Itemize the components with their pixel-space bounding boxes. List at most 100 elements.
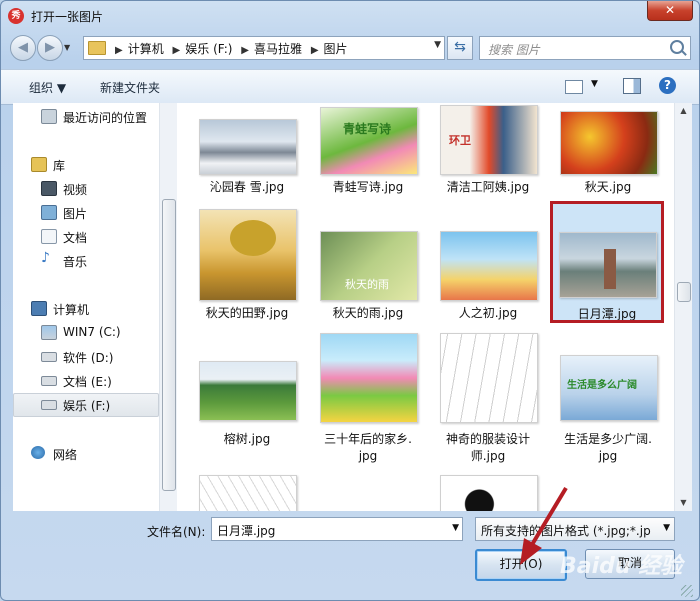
sidebar-item-label: 文档 xyxy=(63,231,88,245)
file-name: 清洁工阿姨.jpg xyxy=(446,180,530,194)
video-icon xyxy=(41,181,57,196)
file-tile[interactable]: 榕树.jpg xyxy=(192,329,302,473)
file-tile[interactable]: 环卫 清洁工阿姨.jpg xyxy=(433,103,543,201)
network-icon xyxy=(31,446,45,459)
file-tile[interactable]: 三十年后的家乡. jpg xyxy=(313,329,423,473)
file-list-scroll-thumb[interactable] xyxy=(677,282,691,302)
drive-icon xyxy=(41,352,57,362)
scroll-down-icon[interactable]: ▼ xyxy=(675,495,692,511)
sidebar-item-drive-f[interactable]: 娱乐 (F:) xyxy=(13,393,159,417)
close-button[interactable]: ✕ xyxy=(647,1,693,21)
sidebar-item-documents[interactable]: 文档 xyxy=(13,225,157,247)
sidebar-scrollbar[interactable] xyxy=(159,103,177,511)
drive-icon xyxy=(41,376,57,386)
breadcrumb-separator: ▶ xyxy=(310,45,319,56)
documents-icon xyxy=(41,229,57,244)
sidebar-item-video[interactable]: 视频 xyxy=(13,177,157,199)
file-list-scrollbar[interactable]: ▲ ▼ xyxy=(674,103,692,511)
sidebar-item-label: WIN7 (C:) xyxy=(63,325,121,339)
file-tile[interactable]: 秋天的田野.jpg xyxy=(192,203,302,327)
sidebar-item-drive-e[interactable]: 文档 (E:) xyxy=(13,369,157,391)
sidebar-item-label: 计算机 xyxy=(53,303,90,317)
file-tile[interactable]: 秋天的雨 秋天的雨.jpg xyxy=(313,203,423,327)
chevron-down-icon[interactable]: ▼ xyxy=(663,523,670,533)
open-file-dialog: 秀 打开一张图片 ✕ ◀ ▶ ▼ ▶ 计算机 ▶ 娱乐 (F:) ▶ 喜马拉雅 ▶ 图片… xyxy=(0,0,700,601)
file-tile[interactable]: 生活是多么广阔 生活是多少广阔. jpg xyxy=(553,329,663,473)
sidebar-item-computer[interactable]: 计算机 xyxy=(13,297,157,319)
search-input[interactable]: 搜索 图片 xyxy=(488,41,540,58)
search-icon xyxy=(670,40,684,54)
breadcrumb-drive-f[interactable]: 娱乐 (F:) xyxy=(185,42,232,56)
forward-button[interactable]: ▶ xyxy=(37,35,63,61)
app-icon: 秀 xyxy=(8,8,24,24)
search-box[interactable]: 搜索 图片 xyxy=(479,36,691,60)
file-thumbnail xyxy=(560,111,658,175)
file-name: 榕树.jpg xyxy=(223,432,271,446)
resize-grip-icon[interactable] xyxy=(681,585,693,597)
file-thumbnail xyxy=(320,333,418,423)
file-thumbnail xyxy=(440,231,538,301)
library-icon xyxy=(31,157,47,172)
file-thumbnail xyxy=(199,119,297,175)
sidebar-item-recent-places[interactable]: 最近访问的位置 xyxy=(13,105,157,127)
refresh-icon: ⇆ xyxy=(454,39,466,55)
file-name: 秋天的雨.jpg xyxy=(332,306,404,320)
breadcrumb-separator: ▶ xyxy=(241,45,249,56)
file-tile[interactable]: 秋天.jpg xyxy=(553,103,663,201)
navigation-bar: ◀ ▶ ▼ ▶ 计算机 ▶ 娱乐 (F:) ▶ 喜马拉雅 ▶ 图片 ▼ ⇆ 搜索 图片 xyxy=(1,33,699,63)
breadcrumb-computer[interactable]: 计算机 xyxy=(128,42,164,56)
sidebar-item-library[interactable]: 库 xyxy=(13,153,157,175)
help-icon[interactable]: ? xyxy=(659,77,676,94)
sidebar-item-drive-d[interactable]: 软件 (D:) xyxy=(13,345,157,367)
file-tile[interactable]: 沁园春 雪.jpg xyxy=(192,103,302,201)
sidebar-scroll-thumb[interactable] xyxy=(162,199,176,491)
address-dropdown-icon[interactable]: ▼ xyxy=(434,40,441,50)
system-drive-icon xyxy=(41,325,57,340)
file-thumbnail: 环卫 xyxy=(440,105,538,175)
filetype-value[interactable]: 所有支持的图片格式 (*.jpg;*.jp xyxy=(481,522,653,539)
sidebar-item-label: 最近访问的位置 xyxy=(63,111,148,125)
organize-button[interactable]: 组织 ▼ xyxy=(29,79,66,96)
address-bar[interactable]: ▶ 计算机 ▶ 娱乐 (F:) ▶ 喜马拉雅 ▶ 图片 ▼ xyxy=(83,36,445,60)
filename-value[interactable]: 日月潭.jpg xyxy=(217,522,275,539)
sidebar-item-label: 软件 (D:) xyxy=(63,351,114,365)
file-thumbnail: 秋天的雨 xyxy=(320,231,418,301)
breadcrumb-pictures[interactable]: 图片 xyxy=(324,42,348,56)
sidebar-item-music[interactable]: ♪ 音乐 xyxy=(13,249,157,271)
annotation-highlight-box xyxy=(550,201,664,323)
file-name-line2: 师.jpg xyxy=(470,449,506,463)
back-button[interactable]: ◀ xyxy=(10,35,36,61)
open-button[interactable]: 打开(O) xyxy=(475,549,567,581)
filetype-select[interactable]: 所有支持的图片格式 (*.jpg;*.jp ▼ xyxy=(475,517,675,541)
change-view-icon[interactable] xyxy=(565,80,583,94)
breadcrumb-separator: ▶ xyxy=(172,45,181,56)
file-name: 秋天的田野.jpg xyxy=(205,306,289,320)
file-name: 沁园春 雪.jpg xyxy=(209,180,285,194)
filename-field[interactable]: 日月潭.jpg ▼ xyxy=(211,517,463,541)
thumbnail-caption: 秋天的雨 xyxy=(345,278,389,291)
file-tile[interactable]: 人之初.jpg xyxy=(433,203,543,327)
file-thumbnail xyxy=(199,209,297,301)
chevron-down-icon[interactable]: ▼ xyxy=(452,523,459,533)
sidebar-item-label: 库 xyxy=(53,159,66,173)
preview-pane-icon[interactable] xyxy=(623,78,641,94)
file-tile[interactable]: 神奇的服装设计 师.jpg xyxy=(433,329,543,473)
sidebar-item-pictures[interactable]: 图片 xyxy=(13,201,157,223)
view-options-dropdown[interactable]: ▼ xyxy=(591,79,598,89)
file-tile[interactable]: 青蛙写诗 青蛙写诗.jpg xyxy=(313,103,423,201)
breadcrumb-himalaya[interactable]: 喜马拉雅 xyxy=(254,42,302,56)
new-folder-button[interactable]: 新建文件夹 xyxy=(100,79,160,96)
sidebar-item-drive-c[interactable]: WIN7 (C:) xyxy=(13,321,157,343)
sidebar-item-network[interactable]: 网络 xyxy=(13,442,157,464)
scroll-up-icon[interactable]: ▲ xyxy=(675,103,692,119)
sidebar-item-label: 图片 xyxy=(63,207,88,221)
file-name: 青蛙写诗.jpg xyxy=(332,180,404,194)
file-tile[interactable] xyxy=(433,475,543,511)
thumbnail-caption: 环卫 xyxy=(449,134,471,147)
recent-pages-dropdown[interactable]: ▼ xyxy=(64,43,70,52)
refresh-button[interactable]: ⇆ xyxy=(447,36,473,60)
file-tile[interactable] xyxy=(192,475,302,511)
recent-places-icon xyxy=(41,109,57,124)
sidebar-item-label: 网络 xyxy=(53,448,78,462)
tree-image-icon xyxy=(230,220,276,256)
